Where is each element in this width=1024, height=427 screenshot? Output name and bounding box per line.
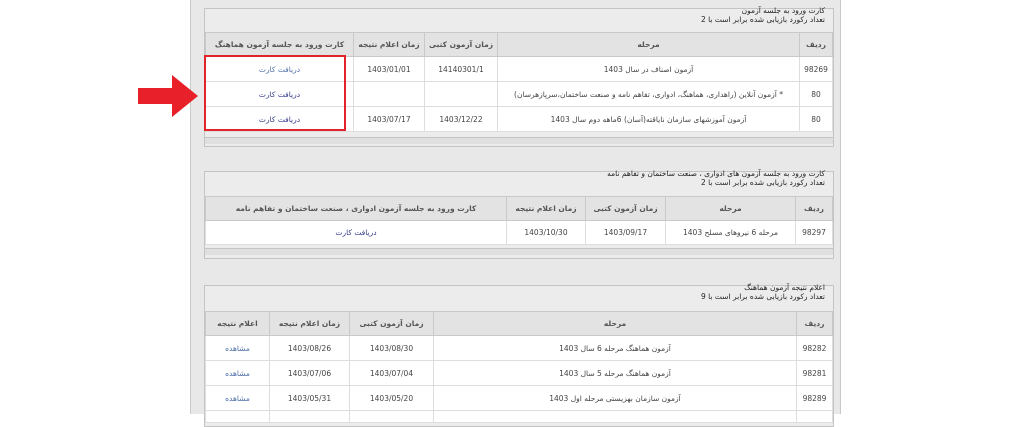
exam-date xyxy=(424,81,498,107)
row-id: 80 xyxy=(799,106,833,132)
exam-date: 1403/12/22 xyxy=(424,106,498,132)
row-id: 80 xyxy=(799,81,833,107)
view-result-link[interactable]: مشاهده xyxy=(225,394,250,403)
col-header-card: کارت ورود به جلسه آزمون ادواری ، صنعت سا… xyxy=(205,196,507,221)
stage-name: آزمون آموزشهای سازمان نایاقته(آسان) 6ماه… xyxy=(497,106,800,132)
col-header-stage: مرحله xyxy=(433,311,797,336)
table-row: 98297 مرحله 6 نیروهای مسلح 1403 1403/09/… xyxy=(205,220,833,245)
exam-date: 1403/08/30 xyxy=(349,335,434,361)
record-count: تعداد رکورد بازیابی شده برابر است با 2 xyxy=(700,178,825,187)
table-row: 80 آزمون آموزشهای سازمان نایاقته(آسان) 6… xyxy=(205,106,833,132)
periodic-card-table: ردیف مرحله زمان آزمون کتبی زمان اعلام نت… xyxy=(205,196,833,245)
col-header-result: اعلام نتیجه xyxy=(205,311,270,336)
section-title: اعلام نتیجه آزمون هماهنگ xyxy=(744,283,825,292)
result-date: 1403/10/30 xyxy=(506,220,586,245)
result-date: 1403/05/31 xyxy=(269,385,350,411)
record-count: تعداد رکورد بازیابی شده برابر است با 9 xyxy=(700,292,825,301)
table-row: 98281 آزمون هماهنگ مرحله 5 سال 1403 1403… xyxy=(205,360,833,386)
row-id: 98282 xyxy=(796,335,833,361)
col-header-stage: مرحله xyxy=(665,196,796,221)
col-header-exam-date: زمان آزمون کتبی xyxy=(349,311,434,336)
col-header-result-date: زمان اعلام نتیجه xyxy=(353,32,425,57)
section-header: اعلام نتیجه آزمون هماهنگ تعداد رکورد باز… xyxy=(701,283,825,301)
result-date: 1403/08/26 xyxy=(269,335,350,361)
result-date: 1403/01/01 xyxy=(353,56,425,82)
stage-name: * آزمون آنلاین (راهداری، هماهنگ، ادواری،… xyxy=(497,81,800,107)
record-count: تعداد رکورد بازیابی شده برابر است با 2 xyxy=(700,15,825,24)
result-date: 1403/07/06 xyxy=(269,360,350,386)
section-footer xyxy=(205,137,833,144)
red-arrow-icon xyxy=(138,75,198,117)
section-header: کارت ورود به جلسه آزمون تعداد رکورد بازی… xyxy=(701,6,825,24)
exam-date: 1403/07/04 xyxy=(349,360,434,386)
view-result-link[interactable]: مشاهده xyxy=(225,344,250,353)
col-header-card: کارت ورود به جلسه آزمون هماهنگ xyxy=(205,32,354,57)
col-header-exam-date: زمان آزمون کتبی xyxy=(424,32,498,57)
row-id: 98281 xyxy=(796,360,833,386)
col-header-exam-date: زمان آزمون کتبی xyxy=(585,196,666,221)
get-card-link[interactable]: دریافت کارت xyxy=(259,115,300,124)
stage-name: آزمون هماهنگ مرحله 6 سال 1403 xyxy=(433,335,797,361)
stage-name: آزمون سازمان بهزیستی مرحله اول 1403 xyxy=(433,385,797,411)
table-row: 98282 آزمون هماهنگ مرحله 6 سال 1403 1403… xyxy=(205,335,833,361)
get-card-link[interactable]: دریافت کارت xyxy=(335,228,376,237)
exam-date: 1403/09/17 xyxy=(585,220,666,245)
row-id: 98289 xyxy=(796,385,833,411)
table-row: 98269 آزمون اصناف در سال 1403 14140301/1… xyxy=(205,56,833,82)
table-row: 98289 آزمون سازمان بهزیستی مرحله اول 140… xyxy=(205,385,833,411)
section-title: کارت ورود به جلسه آزمون xyxy=(741,6,825,15)
periodic-card-section: کارت ورود به جلسه آزمون های ادواری ، صنع… xyxy=(204,169,834,259)
results-table: ردیف مرحله زمان آزمون کتبی زمان اعلام نت… xyxy=(205,311,833,423)
stage-name: آزمون هماهنگ مرحله 5 سال 1403 xyxy=(433,360,797,386)
entry-card-section: کارت ورود به جلسه آزمون تعداد رکورد بازی… xyxy=(204,6,834,147)
stage-name: آزمون اصناف در سال 1403 xyxy=(497,56,800,82)
col-header-row: ردیف xyxy=(796,311,833,336)
exam-date: 1403/05/20 xyxy=(349,385,434,411)
stage-name: مرحله 6 نیروهای مسلح 1403 xyxy=(665,220,796,245)
exam-date: 14140301/1 xyxy=(424,56,498,82)
row-id: 98297 xyxy=(795,220,833,245)
row-id: 98269 xyxy=(799,56,833,82)
result-date: 1403/07/17 xyxy=(353,106,425,132)
section-footer xyxy=(205,248,833,255)
view-result-link[interactable]: مشاهده xyxy=(225,369,250,378)
entry-card-table: ردیف مرحله زمان آزمون کتبی زمان اعلام نت… xyxy=(205,32,833,132)
result-date xyxy=(353,81,425,107)
get-card-link[interactable]: دریافت کارت xyxy=(259,90,300,99)
col-header-row: ردیف xyxy=(799,32,833,57)
results-section: اعلام نتیجه آزمون هماهنگ تعداد رکورد باز… xyxy=(204,283,834,427)
section-header: کارت ورود به جلسه آزمون های ادواری ، صنع… xyxy=(607,169,825,187)
col-header-row: ردیف xyxy=(795,196,833,221)
col-header-result-date: زمان اعلام نتیجه xyxy=(506,196,586,221)
table-row xyxy=(205,410,833,423)
table-row: 80 * آزمون آنلاین (راهداری، هماهنگ، ادوا… xyxy=(205,81,833,107)
section-title: کارت ورود به جلسه آزمون های ادواری ، صنع… xyxy=(607,169,825,178)
col-header-stage: مرحله xyxy=(497,32,800,57)
col-header-result-date: زمان اعلام نتیجه xyxy=(269,311,350,336)
get-card-link[interactable]: دریافت کارت xyxy=(259,65,300,74)
